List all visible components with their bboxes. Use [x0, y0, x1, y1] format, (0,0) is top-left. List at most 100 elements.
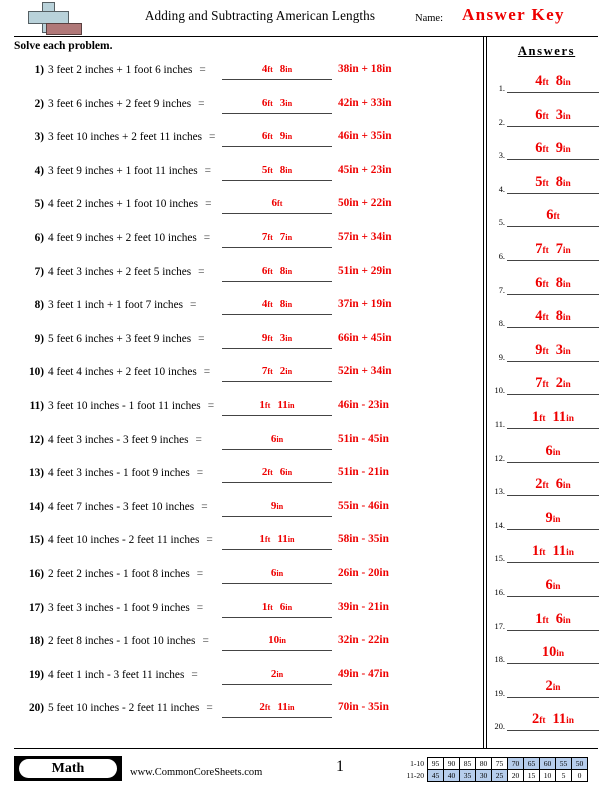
answer-row: 1. 4ft 8in — [487, 66, 612, 100]
answer-underline[interactable] — [507, 495, 599, 497]
problem-statement: 3 feet 6 inches + 2 feet 9 inches — [48, 97, 192, 110]
problem-work: 58in - 35in — [338, 533, 389, 546]
answer-number: 1. — [498, 84, 505, 93]
answer-row: 2. 6ft 3in — [487, 100, 612, 134]
problem-row: 4 feet 4 inches + 2 feet 10 inches 10) = 7f… — [0, 360, 483, 394]
answer-blank-line[interactable] — [222, 582, 332, 584]
problem-row: 4 feet 3 inches + 2 feet 5 inches 7) = 6ft 8… — [0, 260, 483, 294]
answer-number: 12. — [494, 453, 505, 463]
answer-underline[interactable] — [507, 360, 599, 362]
answer-blank-line[interactable] — [222, 280, 332, 282]
problem-answer: 9in — [270, 499, 284, 512]
answer-underline[interactable] — [507, 427, 599, 429]
answer-blank-line[interactable] — [222, 246, 332, 248]
answer-underline[interactable] — [507, 293, 599, 295]
grading-scale-cell: 80 — [475, 757, 492, 770]
problem-work: 46in - 23in — [338, 398, 389, 411]
grading-scale-cell: 35 — [459, 769, 476, 782]
site-url: www.CommonCoreSheets.com — [130, 767, 263, 778]
answer-underline[interactable] — [507, 125, 599, 127]
answer-row: 12. 6in — [487, 436, 612, 470]
grading-scale-row-label: 1-10 — [410, 759, 424, 768]
answer-underline[interactable] — [507, 730, 599, 732]
answer-underline[interactable] — [507, 461, 599, 463]
answer-underline[interactable] — [507, 562, 599, 564]
answer-row: 14. 9in — [487, 503, 612, 537]
problem-row: 4 feet 2 inches + 1 foot 10 inches 5) = 6ft… — [0, 192, 483, 226]
name-label: Name: — [415, 13, 443, 24]
answer-blank-line[interactable] — [222, 683, 332, 685]
answer-value: 9in — [545, 509, 561, 526]
answer-value: 9ft 3in — [535, 341, 571, 358]
answer-blank-line[interactable] — [222, 347, 332, 349]
problem-work: 26in - 20in — [338, 566, 389, 579]
equals-sign: = — [207, 399, 215, 412]
equals-sign: = — [198, 97, 205, 110]
answer-blank-line[interactable] — [222, 549, 332, 551]
answer-underline[interactable] — [507, 159, 599, 161]
equals-sign: = — [198, 265, 205, 278]
problem-answer: 6in — [270, 432, 284, 445]
equals-sign: = — [196, 467, 204, 480]
problem-statement: 3 feet 9 inches + 1 foot 11 inches — [48, 164, 198, 177]
answer-blank-line[interactable] — [222, 616, 332, 618]
problem-row: 3 feet 3 inches - 1 foot 9 inches 17) = 1ft… — [0, 596, 483, 630]
grading-scale-row: 1-10 95 90 85 80 75 70 65 60 55 50 — [398, 757, 588, 770]
answer-blank-line[interactable] — [222, 146, 332, 148]
answer-blank-line[interactable] — [222, 414, 332, 416]
problem-statement: 2 feet 8 inches - 1 foot 10 inches — [48, 635, 196, 648]
problem-row: 2 feet 8 inches - 1 foot 10 inches 18) = 10… — [0, 629, 483, 663]
answer-underline[interactable] — [507, 226, 599, 228]
answer-underline[interactable] — [507, 663, 599, 665]
answer-underline[interactable] — [507, 192, 599, 194]
answer-blank-line[interactable] — [222, 112, 332, 114]
answer-blank-line[interactable] — [222, 515, 332, 517]
answer-blank-line[interactable] — [222, 314, 332, 316]
grading-scale-cell: 75 — [491, 757, 508, 770]
grading-scale-cell: 0 — [571, 769, 588, 782]
answer-row: 10. 7ft 2in — [487, 368, 612, 402]
equals-sign: = — [206, 534, 213, 547]
grading-scale-cell: 50 — [571, 757, 588, 770]
problem-work: 32in - 22in — [338, 634, 389, 647]
answer-underline[interactable] — [507, 528, 599, 530]
problem-work: 52in + 34in — [338, 365, 392, 378]
answer-row: 20. 2ft 11in — [487, 704, 612, 738]
problem-answer: 2ft 6in — [261, 466, 293, 479]
problem-row: 3 feet 6 inches + 2 feet 9 inches 2) = 6ft 3… — [0, 92, 483, 126]
answer-blank-line[interactable] — [222, 482, 332, 484]
problem-answer: 2in — [270, 667, 284, 680]
answer-blank-line[interactable] — [222, 79, 332, 80]
problem-row: 4 feet 9 inches + 2 feet 10 inches 6) = 7ft… — [0, 226, 483, 260]
answer-blank-line[interactable] — [222, 213, 332, 215]
problem-list: 3 feet 2 inches + 1 foot 6 inches 1) = 4ft 8… — [0, 58, 483, 730]
answer-underline[interactable] — [507, 394, 599, 396]
problem-row: 5 feet 10 inches - 2 feet 11 inches 20) = 2… — [0, 696, 483, 730]
answer-blank-line[interactable] — [222, 381, 332, 383]
answer-blank-line[interactable] — [222, 448, 332, 450]
answer-value: 6in — [545, 576, 561, 593]
answer-underline[interactable] — [507, 259, 599, 261]
answer-row: 9. 9ft 3in — [487, 335, 612, 369]
problem-number: 19) — [28, 668, 44, 681]
grading-scale-cell: 90 — [443, 757, 460, 770]
answers-column: Answers 1. 4ft 8in 2. 6ft 3in 3. 6ft 9in 4. 5ft 8in… — [487, 36, 612, 748]
answer-underline[interactable] — [507, 696, 599, 698]
problem-number: 9) — [34, 332, 44, 345]
instructions-text: Solve each problem. — [14, 40, 113, 52]
problem-work: 70in - 35in — [338, 701, 389, 714]
problem-answer: 4ft 8in — [261, 298, 293, 311]
grading-scale-cell: 15 — [523, 769, 540, 782]
equals-sign: = — [202, 635, 209, 648]
answer-number: 7. — [498, 285, 505, 295]
answer-blank-line[interactable] — [222, 717, 332, 719]
answer-underline[interactable] — [507, 629, 599, 631]
problem-work: 51in + 29in — [338, 264, 392, 277]
answer-blank-line[interactable] — [222, 650, 332, 652]
answer-blank-line[interactable] — [222, 179, 332, 181]
answer-underline[interactable] — [507, 595, 599, 597]
problem-work: 66in + 45in — [338, 331, 392, 344]
answer-underline[interactable] — [507, 92, 599, 93]
answer-value: 1ft 11in — [532, 543, 574, 560]
answer-underline[interactable] — [507, 327, 599, 329]
